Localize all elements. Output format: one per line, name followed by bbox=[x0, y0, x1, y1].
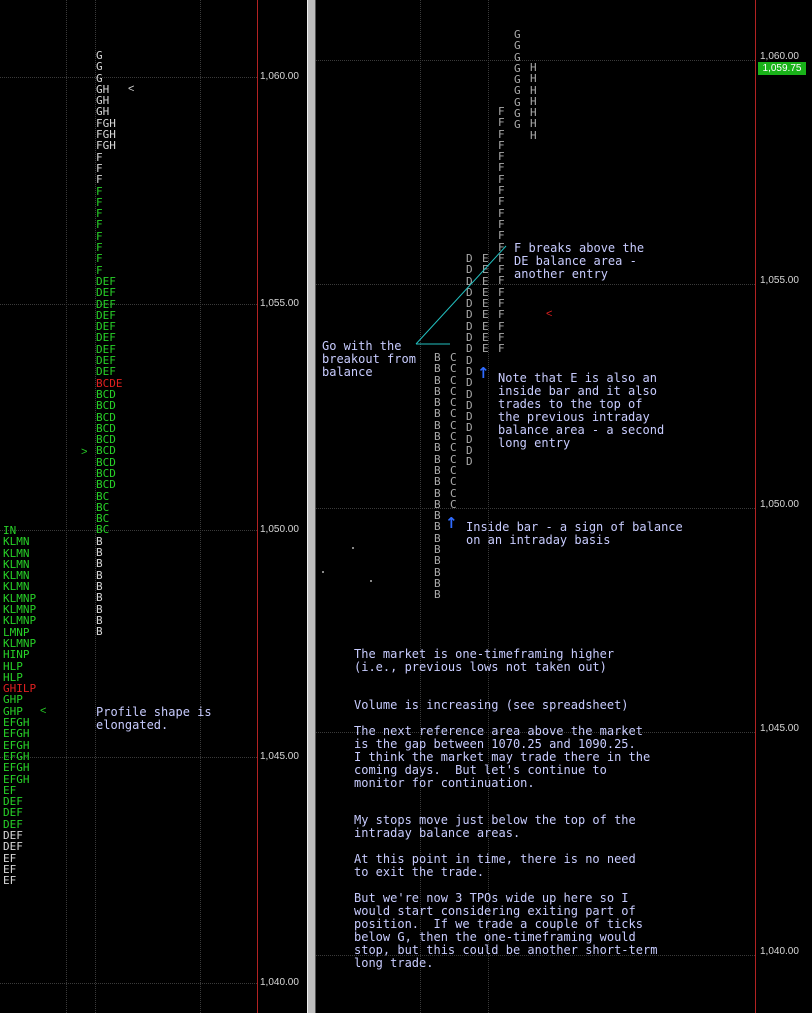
annotation-inside-bar: Inside bar - a sign of balance on an int… bbox=[466, 520, 683, 547]
annotation-tpos-wide: But we're now 3 TPOs wide up here so I w… bbox=[354, 891, 658, 970]
annotation-no-need: At this point in time, there is no need … bbox=[354, 852, 636, 879]
price-label: 1,060.00 bbox=[260, 71, 299, 82]
annotation-breakout: Go with the breakout from balance bbox=[322, 339, 416, 379]
right-chart-pane[interactable]: 1,060.00 1,055.00 1,050.00 1,045.00 1,04… bbox=[316, 0, 812, 1013]
dot bbox=[322, 571, 324, 573]
dot bbox=[370, 580, 372, 582]
market-profile-main: G G G GH GH GH FGH FGH FGH F F F F F F F F F F F DEF DEF DEF DE… bbox=[96, 50, 123, 639]
tpo-row: KLMN bbox=[3, 535, 30, 549]
arrow-up-icon: ↑ bbox=[477, 364, 490, 382]
tpo-row: EFGH bbox=[3, 761, 30, 775]
pane-splitter[interactable] bbox=[307, 0, 316, 1013]
tpo-row: EF bbox=[3, 874, 17, 888]
grid-line bbox=[0, 757, 257, 758]
price-label: 1,055.00 bbox=[260, 298, 299, 309]
arrow-up-icon: ↑ bbox=[445, 514, 458, 532]
tpo-row: FGH bbox=[96, 139, 116, 153]
annotation-volume: Volume is increasing (see spreadsheet) bbox=[354, 698, 629, 712]
tpo-row: DEF bbox=[96, 286, 116, 300]
grid-line bbox=[0, 530, 257, 531]
tpo-row: KLMNP bbox=[3, 614, 37, 628]
left-chart-pane[interactable]: 1,060.00 1,055.00 1,050.00 1,045.00 1,04… bbox=[0, 0, 307, 1013]
annotation-one-timeframing: The market is one-timeframing higher (i.… bbox=[354, 647, 615, 674]
grid-line bbox=[66, 0, 67, 1013]
price-label: 1,045.00 bbox=[260, 751, 299, 762]
tpo-row: DEF bbox=[3, 840, 23, 854]
grid-line bbox=[200, 0, 201, 1013]
tpo-row: B bbox=[96, 557, 103, 571]
annotation-f-breaks: F breaks above the DE balance area - ano… bbox=[514, 241, 645, 281]
annotation-stops: My stops move just below the top of the … bbox=[354, 813, 636, 840]
tpo-row: BCD bbox=[96, 478, 116, 492]
tpo-row: DEF bbox=[96, 365, 116, 379]
tpo-row: F bbox=[96, 252, 103, 266]
grid-line bbox=[0, 983, 257, 984]
marker-left-arrow: < bbox=[40, 705, 47, 717]
profile-shape-note: Profile shape is elongated. bbox=[96, 705, 212, 732]
price-label: 1,050.00 bbox=[260, 524, 299, 535]
tpo-row: B bbox=[96, 625, 103, 639]
annotation-note-e: Note that E is also an inside bar and it… bbox=[498, 371, 665, 450]
tpo-row: EFGH bbox=[3, 727, 30, 741]
price-label: 1,040.00 bbox=[260, 977, 299, 988]
tpo-row: HINP bbox=[3, 648, 30, 662]
tpo-row: BCD bbox=[96, 444, 116, 458]
tpo-row: BCD bbox=[96, 399, 116, 413]
marker-right-arrow: > bbox=[81, 446, 88, 458]
tpo-row: F bbox=[96, 173, 103, 187]
grid-line bbox=[0, 77, 257, 78]
dot bbox=[352, 547, 354, 549]
annotation-next-reference: The next reference area above the market… bbox=[354, 724, 651, 790]
grid-line bbox=[0, 304, 257, 305]
last-price-badge: 1,059.75 bbox=[758, 62, 806, 75]
market-profile-edge: IN KLMN KLMN KLMN KLMN KLMN KLMNP KLMNP KLMNP LMN… bbox=[3, 525, 36, 887]
marker-left-arrow: < bbox=[128, 83, 135, 95]
tpo-row: G bbox=[96, 60, 103, 74]
tpo-row: B bbox=[96, 591, 103, 605]
price-axis-border bbox=[257, 0, 258, 1013]
marker-left-arrow: < bbox=[546, 308, 553, 320]
